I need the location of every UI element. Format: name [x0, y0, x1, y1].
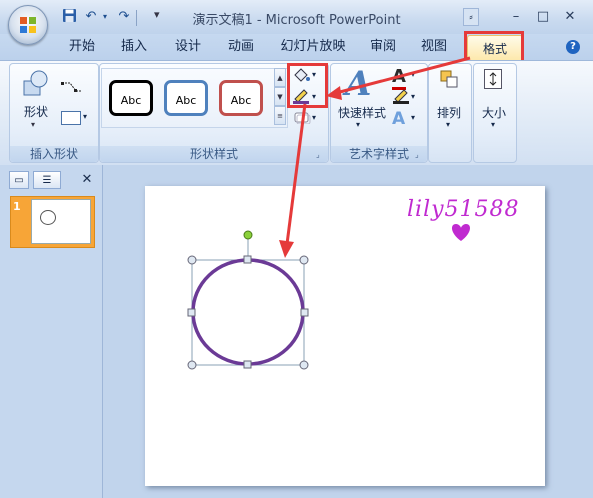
quick-styles-label[interactable]: 快速样式 — [334, 104, 390, 121]
text-fill-dropdown-icon[interactable]: ▾ — [411, 70, 415, 79]
text-box-dropdown-icon[interactable]: ▾ — [83, 112, 87, 121]
shapes-label[interactable]: 形状 — [19, 103, 53, 120]
ribbon-collapse-icon[interactable]: ⸗ — [463, 8, 479, 26]
group-label: 插入形状 — [10, 146, 98, 162]
office-logo-icon — [20, 17, 36, 33]
style-abc-blue[interactable]: Abc — [164, 80, 208, 116]
tab-design[interactable]: 设计 — [172, 34, 204, 60]
tab-insert[interactable]: 插入 — [118, 34, 150, 60]
style-abc-black[interactable]: Abc — [109, 80, 153, 116]
wordart-a-icon[interactable]: A — [345, 64, 371, 104]
tab-review[interactable]: 审阅 — [367, 34, 399, 60]
arrange-dropdown-icon[interactable]: ▾ — [446, 120, 450, 129]
slide-number: 1 — [13, 200, 21, 213]
size-dropdown-icon[interactable]: ▾ — [491, 120, 495, 129]
tab-slideshow[interactable]: 幻灯片放映 — [280, 34, 346, 60]
tab-view[interactable]: 视图 — [418, 34, 450, 60]
gallery-scroll-down[interactable]: ▼ — [274, 87, 286, 106]
thumbnail-circle — [40, 210, 56, 225]
arrange-icon[interactable] — [440, 70, 458, 88]
shape-effects-icon[interactable] — [293, 110, 311, 125]
shape-styles-launcher-icon[interactable]: ⌟ — [316, 150, 325, 159]
office-button[interactable] — [8, 5, 48, 45]
arrange-label[interactable]: 排列 — [431, 104, 467, 121]
shapes-dropdown-icon[interactable]: ▾ — [31, 120, 35, 129]
help-icon[interactable]: ? — [566, 40, 580, 54]
gallery-more[interactable]: ≡ — [274, 106, 286, 125]
size-label[interactable]: 大小 — [476, 104, 512, 121]
size-icon[interactable] — [484, 69, 502, 89]
text-outline-dropdown-icon[interactable]: ▾ — [411, 92, 415, 101]
heart-icon — [451, 224, 471, 241]
watermark-text: lily51588 — [407, 197, 520, 222]
maximize-button[interactable]: □ — [530, 8, 556, 26]
shape-effects-dropdown-icon[interactable]: ▾ — [312, 113, 316, 122]
text-fill-icon[interactable]: A — [392, 66, 406, 90]
selected-ellipse[interactable] — [185, 228, 311, 374]
slide-thumbnail[interactable] — [31, 199, 91, 244]
gallery-scroll-up[interactable]: ▲ — [274, 68, 286, 87]
wordart-launcher-icon[interactable]: ⌟ — [415, 150, 424, 159]
tab-animation[interactable]: 动画 — [225, 34, 257, 60]
outline-tab-icon[interactable]: ☰ — [33, 171, 61, 189]
text-box-icon[interactable] — [61, 111, 81, 125]
text-outline-icon[interactable] — [392, 88, 410, 104]
tab-home[interactable]: 开始 — [66, 34, 98, 60]
style-abc-red[interactable]: Abc — [219, 80, 263, 116]
text-effects-dropdown-icon[interactable]: ▾ — [411, 113, 415, 122]
fill-outline-highlight — [287, 63, 328, 108]
close-pane-icon[interactable]: ✕ — [79, 171, 95, 189]
quick-styles-dropdown-icon[interactable]: ▾ — [356, 120, 360, 129]
edit-shape-icon[interactable] — [60, 79, 84, 95]
slides-tab-icon[interactable]: ▭ — [9, 171, 29, 189]
text-effects-icon[interactable]: A — [392, 109, 405, 129]
group-label: 艺术字样式 — [331, 146, 427, 162]
group-label: 形状样式 — [100, 146, 328, 162]
close-button[interactable]: ✕ — [557, 8, 583, 26]
minimize-button[interactable]: – — [503, 8, 529, 26]
shapes-icon[interactable] — [20, 69, 52, 99]
